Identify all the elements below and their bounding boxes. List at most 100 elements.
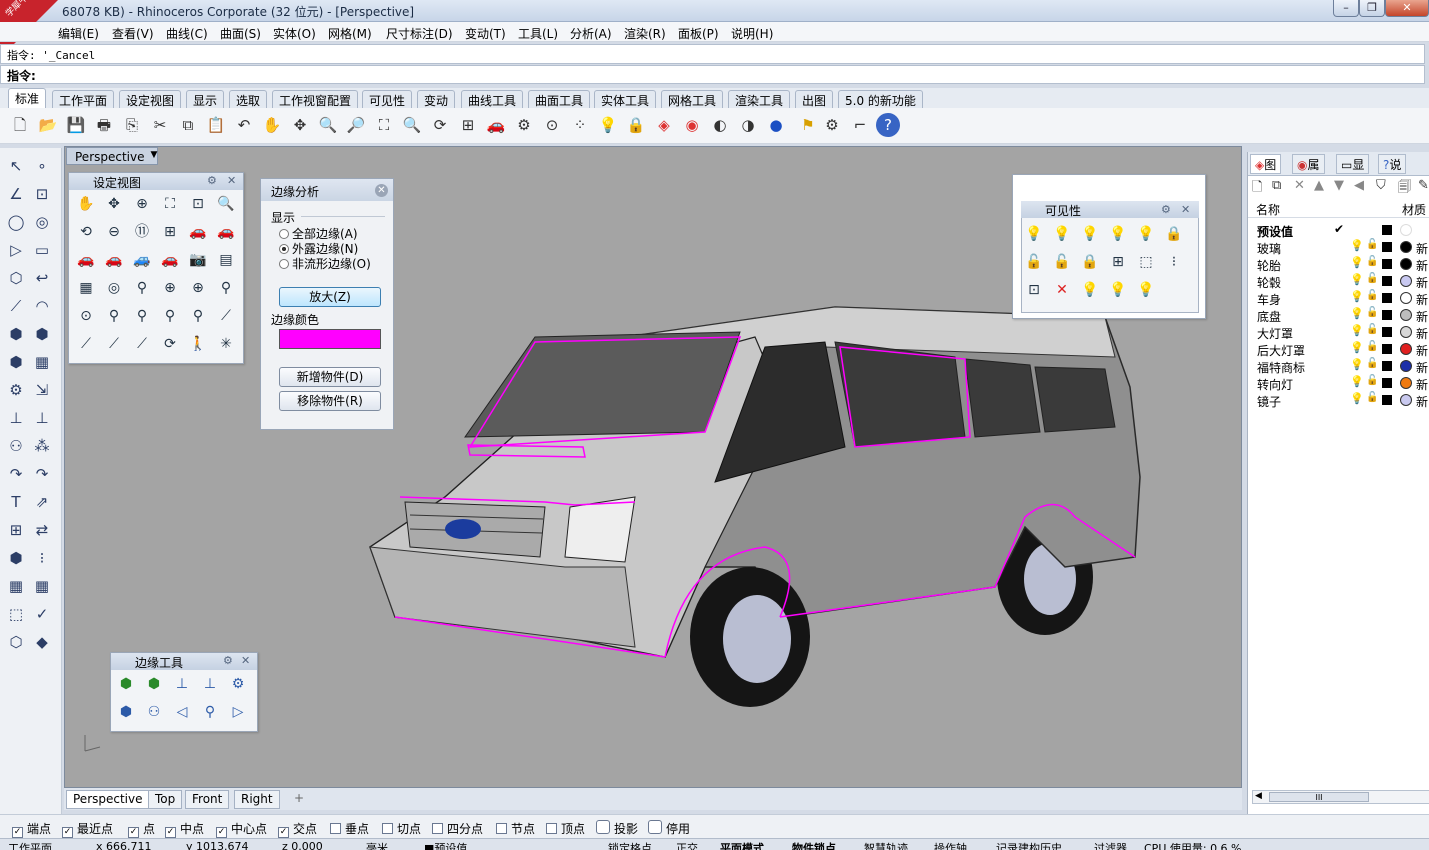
zoom-window-icon[interactable]: 🔎 <box>344 113 368 137</box>
setview-tool-icon[interactable]: ⚲ <box>103 305 125 327</box>
array-icon[interactable]: ⊞ <box>4 518 28 542</box>
rectangle-icon[interactable]: ⊡ <box>30 182 54 206</box>
add-object-button[interactable]: 新增物件(D) <box>279 367 381 387</box>
command-input[interactable]: 指令: <box>0 65 1425 84</box>
layer-row[interactable]: 预设值 ✔ <box>1248 222 1429 239</box>
mesh-edit-icon[interactable]: ⬡ <box>4 630 28 654</box>
open-folder-icon[interactable]: 📂 <box>36 113 60 137</box>
paste-icon[interactable]: 📋 <box>204 113 228 137</box>
gear-icon[interactable]: ⚙ <box>223 654 233 667</box>
lock-icon[interactable]: 🔓 <box>1366 256 1378 267</box>
four-view-icon[interactable]: ⊞ <box>456 113 480 137</box>
text-icon[interactable]: T <box>4 490 28 514</box>
bulb-icon[interactable]: 💡 <box>1079 279 1101 301</box>
rotate-view-icon[interactable]: ✥ <box>288 113 312 137</box>
tab-3[interactable]: 显示 <box>186 90 225 108</box>
scroll-left-icon[interactable]: ◀ <box>1255 791 1262 801</box>
layer-row[interactable]: 福特商标 💡 🔓 新 <box>1248 358 1429 375</box>
setview-tool-icon[interactable]: ⊡ <box>187 193 209 215</box>
options-gear-icon[interactable]: ⚙ <box>820 113 844 137</box>
select-icon[interactable]: ↖ <box>4 154 28 178</box>
visibility-bulb-icon[interactable]: 💡 <box>1350 290 1364 303</box>
new-layer-icon[interactable]: 🗋 <box>1252 178 1262 200</box>
boolean-icon[interactable]: ⚇ <box>4 434 28 458</box>
visibility-bulb-icon[interactable]: 💡 <box>1350 239 1364 252</box>
points-icon[interactable]: ⁘ <box>568 113 592 137</box>
status-item[interactable]: 操作轴 <box>934 840 967 850</box>
menu-item-3[interactable]: 曲面(S) <box>220 25 261 42</box>
osnap-checkbox[interactable]: ✓ <box>216 827 227 838</box>
menu-item-4[interactable]: 实体(O) <box>273 25 316 42</box>
setview-tool-icon[interactable]: ⟋ <box>103 333 125 355</box>
setview-tool-icon[interactable]: ⑪ <box>131 221 153 243</box>
hide-icon[interactable]: ✕ <box>1051 279 1073 301</box>
named-view-icon[interactable]: ⚙ <box>512 113 536 137</box>
arc-icon[interactable]: ◠ <box>30 294 54 318</box>
tab-9[interactable]: 曲面工具 <box>528 90 591 108</box>
minimize-button[interactable]: – <box>1333 0 1359 17</box>
copy-icon[interactable]: ⧉ <box>176 113 200 137</box>
check-icon[interactable]: ✓ <box>30 602 54 626</box>
osnap-4[interactable]: ✓ 中心点 <box>216 820 267 838</box>
material-swatch[interactable] <box>1400 360 1412 372</box>
hide-icon[interactable]: ⬚ <box>1135 251 1157 273</box>
menu-item-7[interactable]: 变动(T) <box>465 25 506 42</box>
bulb-icon[interactable]: 💡 <box>1107 279 1129 301</box>
osnap-3[interactable]: ✓ 中点 <box>165 820 204 838</box>
visibility-bulb-icon[interactable]: 💡 <box>1350 392 1364 405</box>
tab-10[interactable]: 实体工具 <box>594 90 657 108</box>
print-icon[interactable]: 🖶 <box>92 113 116 137</box>
menu-item-11[interactable]: 面板(P) <box>678 25 719 42</box>
osnap-checkbox[interactable] <box>330 823 341 834</box>
help-icon[interactable]: ? <box>876 113 900 137</box>
material-swatch[interactable] <box>1400 224 1412 236</box>
show-icon[interactable]: ⊡ <box>1023 279 1045 301</box>
setview-tool-icon[interactable]: ⊕ <box>131 193 153 215</box>
maximize-button[interactable]: ❐ <box>1359 0 1385 17</box>
setview-tool-icon[interactable]: 🔍 <box>215 193 237 215</box>
setview-tool-icon[interactable]: ▤ <box>215 249 237 271</box>
edge-tool-icon[interactable]: ⬢ <box>143 673 165 695</box>
select-tool-icon[interactable]: ⌐ <box>848 113 872 137</box>
layer-color-swatch[interactable] <box>1382 276 1392 286</box>
points-icon[interactable]: ⁂ <box>30 434 54 458</box>
menu-item-1[interactable]: 查看(V) <box>112 25 154 42</box>
viewport-tab-right[interactable]: Right <box>234 790 280 809</box>
layer-row[interactable]: 镜子 💡 🔓 新 <box>1248 392 1429 409</box>
rotate-icon[interactable]: ⟳ <box>428 113 452 137</box>
tab-layers[interactable]: ◈图 <box>1250 154 1282 174</box>
menu-item-9[interactable]: 分析(A) <box>570 25 612 42</box>
lock-icon[interactable]: 🔓 <box>1366 307 1378 318</box>
menu-item-8[interactable]: 工具(L) <box>518 25 558 42</box>
setview-tool-icon[interactable]: ⊙ <box>75 305 97 327</box>
layer-color-swatch[interactable] <box>1382 293 1392 303</box>
material-swatch[interactable] <box>1400 343 1412 355</box>
tab-properties[interactable]: ◉属 <box>1292 154 1325 174</box>
visibility-panel-title[interactable]: 可见性 <box>1021 201 1199 218</box>
setview-tool-icon[interactable]: ⚲ <box>187 305 209 327</box>
setview-tool-icon[interactable]: 🚗 <box>159 249 181 271</box>
menu-item-0[interactable]: 编辑(E) <box>58 25 99 42</box>
visibility-bulb-icon[interactable]: 💡 <box>1350 256 1364 269</box>
unlock-icon[interactable]: 🔓 <box>1051 251 1073 273</box>
bulb-icon[interactable]: 💡 <box>1135 223 1157 245</box>
osnap-checkbox[interactable] <box>496 823 507 834</box>
lock-icon[interactable]: 🔓 <box>1366 358 1378 369</box>
gear-icon[interactable]: ⚙ <box>1161 203 1171 216</box>
layer-color-swatch[interactable] <box>1382 361 1392 371</box>
layer-color-swatch[interactable] <box>1382 378 1392 388</box>
gear-icon[interactable]: ⚙ <box>4 378 28 402</box>
move-up-icon[interactable]: ▲ <box>1314 178 1324 193</box>
layer-color-swatch[interactable] <box>1382 395 1392 405</box>
visibility-bulb-icon[interactable]: 💡 <box>1350 273 1364 286</box>
osnap-1[interactable]: ✓ 最近点 <box>62 820 113 838</box>
setview-tool-icon[interactable]: ⚲ <box>131 277 153 299</box>
swap-icon[interactable]: ⊞ <box>1107 251 1129 273</box>
edge-analysis-title[interactable]: 边缘分析 <box>261 179 393 201</box>
tools-icon[interactable]: 🗐 <box>1398 178 1411 200</box>
status-item[interactable]: 记录建构历史 <box>996 840 1062 850</box>
color-wheel-icon[interactable]: ◉ <box>680 113 704 137</box>
move-left-icon[interactable]: ◀ <box>1354 178 1364 193</box>
unlock-icon[interactable]: 🔓 <box>1023 251 1045 273</box>
surface-icon[interactable]: ⬢ <box>4 350 28 374</box>
